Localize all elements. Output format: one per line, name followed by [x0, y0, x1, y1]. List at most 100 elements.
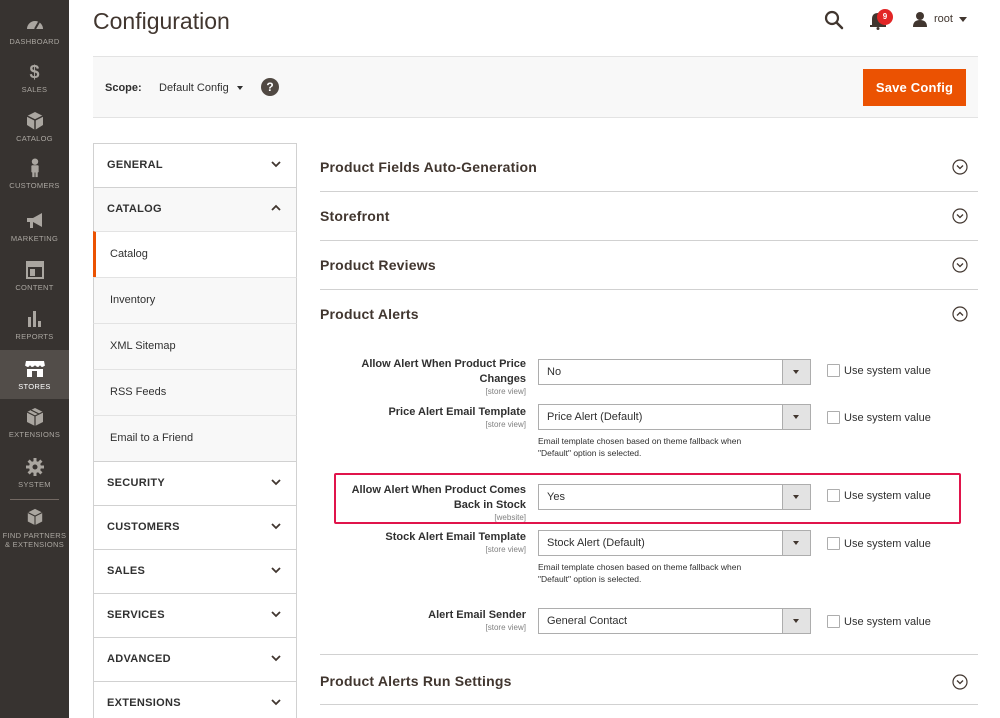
alert-email-sender-select[interactable]: General Contact: [538, 608, 811, 634]
tab-item-catalog[interactable]: Catalog: [93, 231, 297, 277]
nav-reports[interactable]: REPORTS: [0, 309, 69, 341]
price-alert-select[interactable]: No: [538, 359, 811, 385]
tab-services[interactable]: SERVICES: [93, 593, 297, 637]
tab-item-xml-sitemap[interactable]: XML Sitemap: [93, 323, 297, 369]
notification-count-badge[interactable]: 9: [877, 9, 893, 25]
tab-item-rss-feeds[interactable]: RSS Feeds: [93, 369, 297, 415]
nav-stores-label: STORES: [18, 382, 51, 391]
tab-customers[interactable]: CUSTOMERS: [93, 505, 297, 549]
nav-system[interactable]: SYSTEM: [0, 457, 69, 489]
price-alert-template-select[interactable]: Price Alert (Default): [538, 404, 811, 430]
layout-icon: [25, 261, 44, 279]
section-title: Product Alerts: [320, 306, 419, 322]
dashboard-icon: [26, 21, 43, 30]
tab-sales[interactable]: SALES: [93, 549, 297, 593]
use-system-value-checkbox[interactable]: Use system value: [827, 364, 931, 377]
dollar-icon: $: [29, 62, 40, 82]
nav-extensions-label: EXTENSIONS: [8, 430, 61, 439]
field-note-line: "Default" option is selected.: [538, 448, 642, 458]
circle-chevron-down-icon: [952, 257, 968, 273]
nav-catalog[interactable]: CATALOG: [0, 111, 69, 143]
scope-switcher[interactable]: Default Config: [159, 82, 243, 94]
nav-find-partners-label: FIND PARTNERS: [2, 531, 67, 540]
tab-catalog[interactable]: CATALOG: [93, 187, 297, 231]
field-label: Price Alert Email Template: [388, 406, 526, 418]
save-config-button[interactable]: Save Config: [863, 69, 966, 106]
select-value: No: [547, 366, 562, 378]
chevron-down-icon: [271, 161, 281, 168]
tab-customers-label: CUSTOMERS: [107, 521, 180, 533]
nav-marketing-label: MARKETING: [10, 234, 59, 243]
chevron-up-icon: [271, 204, 281, 211]
nav-content[interactable]: CONTENT: [0, 260, 69, 292]
megaphone-icon: [26, 213, 42, 228]
chevron-down-icon: [271, 479, 281, 486]
section-product-reviews[interactable]: Product Reviews: [320, 241, 978, 290]
chevron-down-icon: [271, 655, 281, 662]
chevron-down-icon: [271, 567, 281, 574]
tab-security[interactable]: SECURITY: [93, 461, 297, 505]
field-label: Stock Alert Email Template: [385, 531, 526, 543]
caret-down-icon: [782, 531, 810, 555]
nav-catalog-label: CATALOG: [16, 134, 53, 143]
gear-icon: [25, 458, 44, 476]
circle-chevron-down-icon: [952, 208, 968, 224]
circle-chevron-down-icon: [952, 159, 968, 175]
user-menu[interactable]: root: [912, 10, 967, 28]
circle-chevron-down-icon: [952, 674, 968, 690]
storefront-icon: [24, 361, 45, 377]
nav-find-partners-label-2: & EXTENSIONS: [4, 540, 65, 549]
search-icon[interactable]: [823, 9, 845, 31]
tab-advanced[interactable]: ADVANCED: [93, 637, 297, 681]
tab-item-inventory[interactable]: Inventory: [93, 277, 297, 323]
tab-item-label: Email to a Friend: [110, 432, 194, 444]
caret-down-icon: [782, 360, 810, 384]
section-product-alerts[interactable]: Product Alerts: [320, 290, 978, 339]
scope-label: Scope:: [105, 82, 142, 94]
config-panel-lower: Product Alerts Run Settings: [320, 656, 978, 705]
user-icon: [913, 12, 927, 27]
field-note-line: Email template chosen based on theme fal…: [538, 436, 742, 446]
nav-sales[interactable]: $ SALES: [0, 62, 69, 94]
help-icon[interactable]: ?: [261, 78, 279, 96]
field-note: Email template chosen based on theme fal…: [538, 561, 798, 585]
chevron-down-icon: [958, 16, 967, 22]
use-system-value-checkbox[interactable]: Use system value: [827, 411, 931, 424]
caret-down-icon: [782, 405, 810, 429]
nav-dashboard-label: DASHBOARD: [9, 37, 60, 46]
nav-content-label: CONTENT: [15, 283, 54, 292]
use-system-value-checkbox[interactable]: Use system value: [827, 615, 931, 628]
checkbox[interactable]: [827, 411, 840, 424]
scope-bar: Scope: Default Config ? Save Config: [93, 56, 978, 118]
checkbox[interactable]: [827, 537, 840, 550]
field-label-group: Allow Alert When Product Price Changes […: [320, 357, 526, 396]
nav-dashboard[interactable]: DASHBOARD: [0, 14, 69, 46]
nav-marketing[interactable]: MARKETING: [0, 211, 69, 243]
checkbox[interactable]: [827, 615, 840, 628]
nav-system-label: SYSTEM: [18, 480, 51, 489]
stock-alert-template-select[interactable]: Stock Alert (Default): [538, 530, 811, 556]
nav-extensions[interactable]: EXTENSIONS: [0, 407, 69, 439]
bar-chart-icon: [27, 311, 41, 327]
use-system-value-checkbox[interactable]: Use system value: [827, 537, 931, 550]
nav-stores[interactable]: STORES: [0, 350, 69, 399]
nav-customers[interactable]: CUSTOMERS: [0, 158, 69, 190]
checkbox[interactable]: [827, 364, 840, 377]
section-title: Product Reviews: [320, 257, 436, 273]
tab-extensions[interactable]: EXTENSIONS: [93, 681, 297, 718]
tab-item-label: Catalog: [110, 248, 148, 260]
chevron-down-icon: [271, 699, 281, 706]
field-label-group: Price Alert Email Template [store view]: [320, 405, 526, 429]
section-product-fields-auto-generation[interactable]: Product Fields Auto-Generation: [320, 143, 978, 192]
field-note-line: "Default" option is selected.: [538, 574, 642, 584]
tab-general[interactable]: GENERAL: [93, 143, 297, 187]
tab-item-email-to-a-friend[interactable]: Email to a Friend: [93, 415, 297, 461]
nav-sales-label: SALES: [21, 85, 48, 94]
nav-divider: [10, 499, 59, 500]
section-product-alerts-run-settings[interactable]: Product Alerts Run Settings: [320, 656, 978, 705]
tab-security-label: SECURITY: [107, 477, 166, 489]
nav-find-partners[interactable]: FIND PARTNERS & EXTENSIONS: [0, 507, 69, 549]
boxes-icon: [26, 408, 43, 426]
section-title: Storefront: [320, 208, 390, 224]
section-storefront[interactable]: Storefront: [320, 192, 978, 241]
